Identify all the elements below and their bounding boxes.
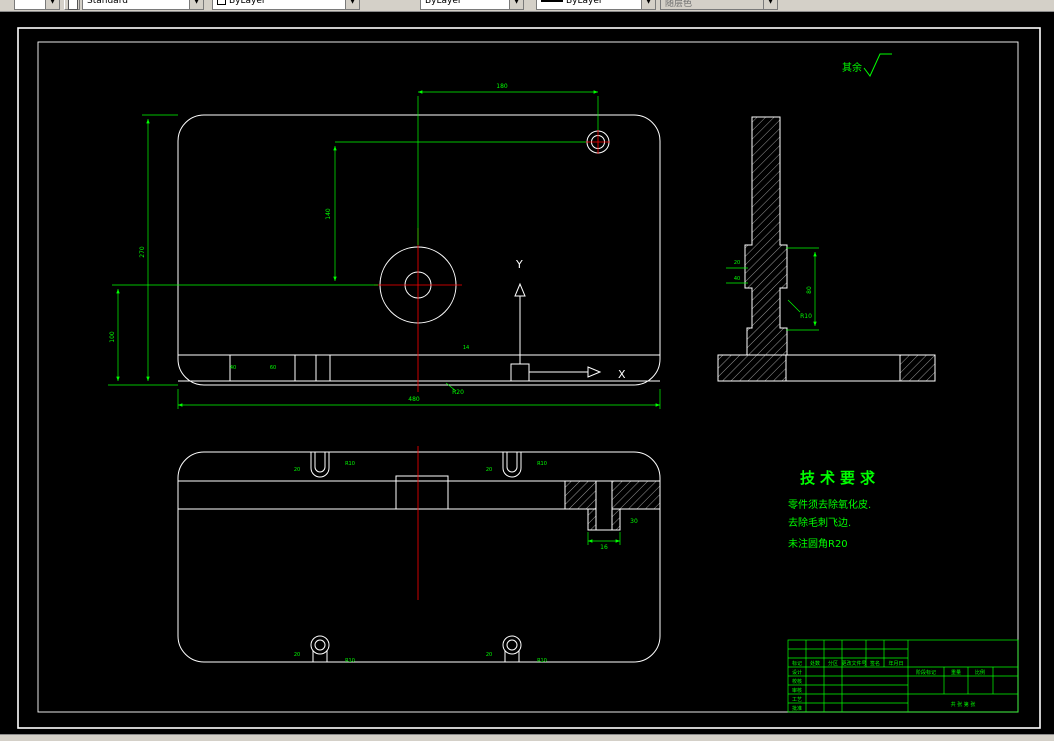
title-block-label: 重量 [951, 669, 961, 676]
dimension-labels: 180 140 270 100 480 40 60 14 R20 20 40 80 R10 20 R10 20… [109, 83, 813, 664]
ucs-x-label: X [618, 368, 626, 381]
dimension-label: 20 [486, 467, 492, 473]
chevron-down-icon[interactable]: ▼ [763, 0, 777, 9]
dimension-label: 270 [139, 246, 146, 258]
linetype-dropdown[interactable]: ByLayer ▼ [420, 0, 524, 10]
dimension-label: 80 [806, 286, 813, 294]
dimension-label: 40 [230, 365, 236, 371]
title-block-label: 校核 [792, 678, 802, 685]
dimension-label: R10 [345, 658, 355, 664]
dimension-label: R10 [537, 658, 547, 664]
title-block-label: 设计 [792, 669, 802, 676]
dimension-label: R20 [452, 389, 464, 396]
title-block-label: 共 张 第 张 [951, 701, 976, 708]
layer-manager-button[interactable] [64, 0, 80, 10]
drawing-canvas[interactable]: 180 140 270 100 480 40 60 14 R20 20 40 80 R10 20 R10 20… [0, 0, 1054, 741]
dimension-label: 20 [294, 652, 300, 658]
dimension-label: 20 [734, 260, 740, 266]
lineweight-dropdown[interactable]: ByLayer ▼ [536, 0, 656, 10]
properties-toolbar: ▼ Standard ▼ ByLayer ▼ ByLayer ▼ ByLayer… [0, 0, 1054, 12]
bottom-view[interactable] [177, 451, 661, 663]
top-view[interactable] [177, 114, 661, 386]
title-block-label: 阶段标记 [916, 669, 936, 676]
linetype-value: ByLayer [425, 0, 462, 6]
text-style-value: Standard [87, 0, 128, 6]
dimension-label: 20 [294, 467, 300, 473]
title-block-label: 批准 [792, 705, 802, 712]
workspace-dropdown[interactable]: ▼ [14, 0, 60, 10]
side-view[interactable] [717, 116, 936, 382]
plot-style-value: 随层色 [665, 0, 693, 9]
dimension-label: 140 [325, 208, 332, 220]
title-block-label: 签名 [870, 660, 880, 667]
title-block-labels: 标记 处数 分区 更改文件号 签名 年月日设计校核审核工艺批准 阶段标记 重量 比例共 张 第 … [792, 660, 985, 712]
sheet-icon [68, 0, 78, 10]
plot-style-dropdown[interactable]: 随层色 ▼ [660, 0, 778, 10]
color-dropdown[interactable]: ByLayer ▼ [212, 0, 360, 10]
dimension-label: 16 [600, 544, 608, 551]
title-block-label: 年月日 [888, 660, 903, 667]
chevron-down-icon[interactable]: ▼ [45, 0, 59, 9]
title-block-label: 处数 [810, 660, 820, 667]
tech-requirement-line: 零件须去除氧化皮. [788, 498, 871, 511]
roughness-symbol-icon [863, 53, 892, 77]
dimension-label: 40 [734, 276, 740, 282]
status-bar [0, 734, 1054, 741]
dimension-label: 480 [408, 396, 420, 403]
surface-roughness-note: 其余 [842, 53, 892, 77]
title-block-label: 审核 [792, 687, 802, 694]
chevron-down-icon[interactable]: ▼ [345, 0, 359, 9]
dimension-label: R10 [537, 461, 547, 467]
dimension-label: 180 [496, 83, 508, 90]
chevron-down-icon[interactable]: ▼ [509, 0, 523, 9]
title-block-label: 标记 [792, 660, 802, 667]
title-block-label: 分区 [828, 660, 838, 667]
surface-note-text: 其余 [842, 61, 862, 74]
dimension-label: 60 [270, 365, 276, 371]
title-block-label: 更改文件号 [841, 660, 866, 667]
dimension-label: 30 [630, 518, 638, 525]
tech-requirement-line: 去除毛刺飞边. [788, 516, 851, 529]
dimension-lines [108, 90, 819, 545]
tech-requirements: 技术要求 零件须去除氧化皮. 去除毛刺飞边. 未注圆角R20 [788, 469, 880, 550]
color-value: ByLayer [229, 0, 266, 6]
cad-window: ▼ Standard ▼ ByLayer ▼ ByLayer ▼ ByLayer… [0, 0, 1054, 741]
ucs-icon: Y X [510, 258, 626, 382]
dimension-label: 20 [486, 652, 492, 658]
tech-requirements-title: 技术要求 [800, 469, 880, 487]
dimension-label: R10 [345, 461, 355, 467]
dimension-label: 100 [109, 331, 116, 343]
lineweight-value: ByLayer [566, 0, 603, 6]
text-style-dropdown[interactable]: Standard ▼ [82, 0, 204, 10]
lineweight-icon [541, 0, 563, 2]
title-block: 标记 处数 分区 更改文件号 签名 年月日设计校核审核工艺批准 阶段标记 重量 比例共 张 第 … [787, 639, 1019, 713]
title-block-label: 比例 [975, 669, 985, 676]
ucs-y-label: Y [515, 258, 523, 271]
chevron-down-icon[interactable]: ▼ [641, 0, 655, 9]
dimension-label: R10 [800, 313, 812, 320]
tech-requirement-line: 未注圆角R20 [788, 537, 848, 550]
title-block-label: 工艺 [792, 697, 802, 703]
color-swatch-icon [217, 0, 226, 5]
chevron-down-icon[interactable]: ▼ [189, 0, 203, 9]
centerlines [374, 130, 610, 600]
dimension-label: 14 [463, 345, 469, 351]
